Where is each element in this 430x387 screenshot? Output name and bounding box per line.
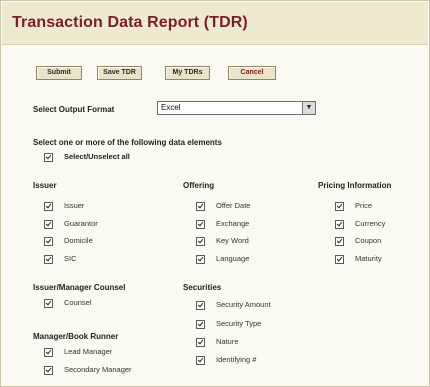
output-format-value: Excel: [161, 103, 181, 112]
report-form: Submit Save TDR My TDRs Cancel Select Ou…: [2, 45, 428, 386]
checkbox-checked-icon[interactable]: [196, 301, 205, 310]
checkbox-label: Coupon: [355, 236, 382, 245]
output-format-label: Select Output Format: [33, 105, 115, 114]
checkbox-label: Maturity: [355, 254, 382, 263]
chevron-down-icon[interactable]: ▼: [302, 102, 315, 114]
checkbox-label: Exchange: [216, 219, 250, 228]
my-tdrs-button[interactable]: My TDRs: [165, 66, 210, 80]
checkbox-checked-icon[interactable]: [335, 220, 344, 229]
save-tdr-button[interactable]: Save TDR: [97, 66, 142, 80]
checkbox-label: Guarantor: [64, 219, 98, 228]
pricing-section-title: Pricing Information: [318, 181, 392, 190]
checkbox-checked-icon[interactable]: [44, 255, 53, 264]
checkbox-checked-icon[interactable]: [335, 237, 344, 246]
checkbox-label: Security Amount: [216, 300, 271, 309]
checkbox-label: Offer Date: [216, 201, 251, 210]
checkbox-checked-icon[interactable]: [196, 320, 205, 329]
checkbox-label: Counsel: [64, 298, 92, 307]
checkbox-checked-icon[interactable]: [335, 202, 344, 211]
checkbox-checked-icon[interactable]: [196, 255, 205, 264]
checkbox-checked-icon[interactable]: [196, 237, 205, 246]
title-bar: Transaction Data Report (TDR): [2, 2, 428, 45]
checkbox-label: Security Type: [216, 319, 262, 328]
checkbox-checked-icon[interactable]: [44, 202, 53, 211]
checkbox-checked-icon[interactable]: [196, 356, 205, 365]
checkbox-checked-icon[interactable]: [44, 366, 53, 375]
checkbox-checked-icon[interactable]: [335, 255, 344, 264]
checkbox-checked-icon[interactable]: [44, 153, 53, 162]
checkbox-label: Issuer: [64, 201, 85, 210]
counsel-section-title: Issuer/Manager Counsel: [33, 283, 126, 292]
cancel-button[interactable]: Cancel: [228, 66, 276, 80]
checkbox-checked-icon[interactable]: [196, 220, 205, 229]
checkbox-checked-icon[interactable]: [196, 202, 205, 211]
checkbox-label: Lead Manager: [64, 347, 113, 356]
checkbox-label: Nature: [216, 337, 239, 346]
checkbox-checked-icon[interactable]: [196, 338, 205, 347]
checkbox-checked-icon[interactable]: [44, 237, 53, 246]
checkbox-checked-icon[interactable]: [44, 348, 53, 357]
checkbox-label: Currency: [355, 219, 386, 228]
checkbox-label: Language: [216, 254, 250, 263]
checkbox-checked-icon[interactable]: [44, 299, 53, 308]
submit-button[interactable]: Submit: [36, 66, 82, 80]
issuer-section-title: Issuer: [33, 181, 57, 190]
checkbox-checked-icon[interactable]: [44, 220, 53, 229]
checkbox-label: Key Word: [216, 236, 249, 245]
select-all-label: Select/Unselect all: [64, 152, 130, 161]
report-window: Transaction Data Report (TDR) Submit Sav…: [0, 0, 430, 387]
securities-section-title: Securities: [183, 283, 222, 292]
checkbox-label: Price: [355, 201, 373, 210]
offering-section-title: Offering: [183, 181, 215, 190]
manager-section-title: Manager/Book Runner: [33, 332, 119, 341]
checkbox-label: SIC: [64, 254, 77, 263]
output-format-select[interactable]: Excel ▼: [157, 101, 316, 115]
page-title: Transaction Data Report (TDR): [12, 14, 248, 31]
checkbox-label: Domicile: [64, 236, 93, 245]
checkbox-label: Identifying #: [216, 355, 257, 364]
data-elements-label: Select one or more of the following data…: [33, 138, 222, 147]
checkbox-label: Secondary Manager: [64, 365, 132, 374]
